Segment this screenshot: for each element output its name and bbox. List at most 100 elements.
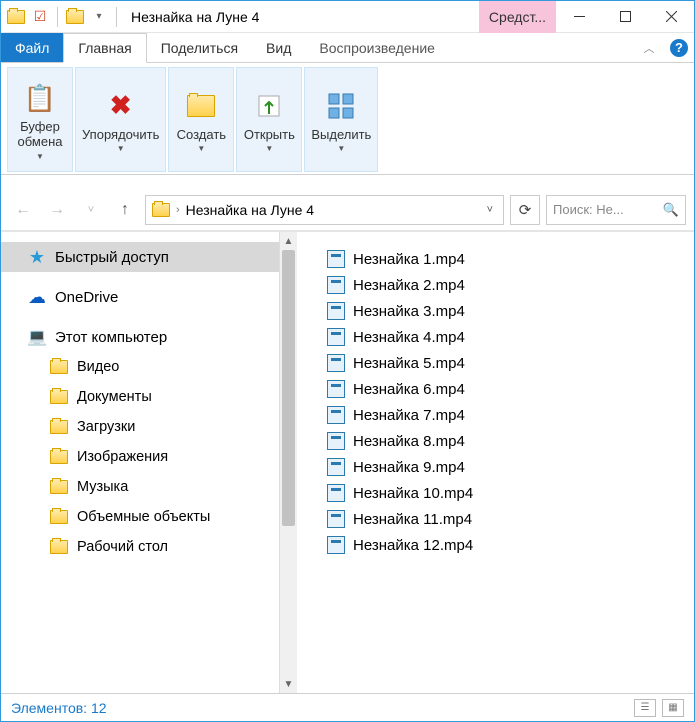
navigation-pane[interactable]: ★ Быстрый доступ ☁ OneDrive 💻 Этот компь… [1, 232, 279, 693]
titlebar: ☑ ▾ Незнайка на Луне 4 Средст... [1, 1, 694, 33]
star-icon: ★ [27, 248, 47, 266]
file-item[interactable]: Незнайка 11.mp4 [307, 506, 684, 532]
refresh-button[interactable]: ⟳ [510, 195, 540, 225]
video-file-icon [327, 432, 345, 450]
folder-icon [49, 478, 69, 496]
video-file-icon [327, 354, 345, 372]
properties-icon[interactable]: ☑ [29, 6, 51, 28]
chevron-down-icon: ▼ [117, 144, 125, 153]
chevron-down-icon: ▼ [337, 144, 345, 153]
help-button[interactable]: ? [664, 33, 694, 62]
file-item[interactable]: Незнайка 2.mp4 [307, 272, 684, 298]
close-button[interactable] [648, 1, 694, 33]
ribbon-tabstrip: Файл Главная Поделиться Вид Воспроизведе… [1, 33, 694, 63]
chevron-down-icon: ▼ [265, 144, 273, 153]
file-item[interactable]: Незнайка 4.mp4 [307, 324, 684, 350]
file-item[interactable]: Незнайка 5.mp4 [307, 350, 684, 376]
video-file-icon [327, 484, 345, 502]
file-item[interactable]: Незнайка 1.mp4 [307, 246, 684, 272]
video-file-icon [327, 536, 345, 554]
up-button[interactable]: ↑ [111, 196, 139, 224]
folder-icon [49, 388, 69, 406]
tree-folder-item[interactable]: Загрузки [1, 412, 279, 442]
video-file-icon [327, 406, 345, 424]
qat-dropdown-icon[interactable]: ▾ [88, 6, 110, 28]
tab-playback[interactable]: Воспроизведение [305, 33, 449, 62]
forward-button[interactable]: → [43, 196, 71, 224]
file-item[interactable]: Незнайка 10.mp4 [307, 480, 684, 506]
folder-icon[interactable] [5, 6, 27, 28]
select-all-icon [323, 88, 359, 124]
search-box[interactable]: Поиск: Не... 🔍 [546, 195, 686, 225]
address-dropdown-icon[interactable]: ˅ [483, 204, 497, 216]
tree-folder-item[interactable]: Документы [1, 382, 279, 412]
folder-icon[interactable] [64, 6, 86, 28]
tree-folder-item[interactable]: Рабочий стол [1, 532, 279, 562]
tree-folder-item[interactable]: Изображения [1, 442, 279, 472]
chevron-down-icon: ▼ [197, 144, 205, 153]
ribbon-clipboard[interactable]: 📋 Буфер обмена ▼ [7, 67, 73, 172]
navigation-row: ← → ˅ ↑ › Незнайка на Луне 4 ˅ ⟳ Поиск: … [1, 189, 694, 231]
computer-icon: 💻 [27, 328, 47, 346]
file-item[interactable]: Незнайка 6.mp4 [307, 376, 684, 402]
scroll-up-icon[interactable]: ▲ [280, 232, 297, 250]
navpane-scrollbar[interactable]: ▲ ▼ [279, 232, 297, 693]
scroll-down-icon[interactable]: ▼ [280, 675, 297, 693]
tab-view[interactable]: Вид [252, 33, 305, 62]
tree-folder-item[interactable]: Видео [1, 352, 279, 382]
ribbon-open[interactable]: Открыть ▼ [236, 67, 302, 172]
status-bar: Элементов: 12 ☰ ▦ [1, 693, 694, 721]
back-button[interactable]: ← [9, 196, 37, 224]
chevron-down-icon: ▼ [36, 152, 44, 161]
ribbon: 📋 Буфер обмена ▼ ✖ Упорядочить ▼ Создать… [1, 63, 694, 175]
minimize-button[interactable] [556, 1, 602, 33]
tab-share[interactable]: Поделиться [147, 33, 252, 62]
breadcrumb-item[interactable]: Незнайка на Луне 4 [186, 202, 314, 218]
recent-dropdown[interactable]: ˅ [77, 196, 105, 224]
video-file-icon [327, 302, 345, 320]
folder-icon [49, 508, 69, 526]
file-item[interactable]: Незнайка 3.mp4 [307, 298, 684, 324]
tree-this-pc[interactable]: 💻 Этот компьютер [1, 322, 279, 352]
file-list[interactable]: Незнайка 1.mp4Незнайка 2.mp4Незнайка 3.m… [297, 232, 694, 693]
chevron-right-icon[interactable]: › [176, 204, 180, 216]
ribbon-new[interactable]: Создать ▼ [168, 67, 234, 172]
address-bar[interactable]: › Незнайка на Луне 4 ˅ [145, 195, 504, 225]
tree-quick-access[interactable]: ★ Быстрый доступ [1, 242, 279, 272]
file-item[interactable]: Незнайка 7.mp4 [307, 402, 684, 428]
folder-icon [49, 418, 69, 436]
view-icons-button[interactable]: ▦ [662, 699, 684, 717]
search-placeholder: Поиск: Не... [553, 202, 624, 217]
window-title: Незнайка на Луне 4 [125, 9, 479, 25]
video-file-icon [327, 250, 345, 268]
folder-icon [152, 203, 170, 217]
tree-folder-item[interactable]: Музыка [1, 472, 279, 502]
video-file-icon [327, 380, 345, 398]
quick-access-toolbar: ☑ ▾ [1, 6, 125, 28]
cloud-icon: ☁ [27, 288, 47, 306]
content-area: ★ Быстрый доступ ☁ OneDrive 💻 Этот компь… [1, 231, 694, 693]
tree-folder-item[interactable]: Объемные объекты [1, 502, 279, 532]
new-folder-icon [183, 88, 219, 124]
contextual-tab-header[interactable]: Средст... [479, 1, 556, 33]
file-item[interactable]: Незнайка 12.mp4 [307, 532, 684, 558]
tree-onedrive[interactable]: ☁ OneDrive [1, 282, 279, 312]
open-icon [251, 88, 287, 124]
video-file-icon [327, 458, 345, 476]
status-label: Элементов: [11, 700, 87, 716]
collapse-ribbon-icon[interactable]: ︿ [634, 33, 664, 62]
scroll-thumb[interactable] [282, 250, 295, 526]
folder-icon [49, 358, 69, 376]
ribbon-organize[interactable]: ✖ Упорядочить ▼ [75, 67, 166, 172]
maximize-button[interactable] [602, 1, 648, 33]
view-details-button[interactable]: ☰ [634, 699, 656, 717]
ribbon-select[interactable]: Выделить ▼ [304, 67, 378, 172]
tab-file[interactable]: Файл [1, 33, 63, 62]
tab-home[interactable]: Главная [63, 33, 146, 63]
file-item[interactable]: Незнайка 9.mp4 [307, 454, 684, 480]
video-file-icon [327, 510, 345, 528]
folder-icon [49, 448, 69, 466]
file-item[interactable]: Незнайка 8.mp4 [307, 428, 684, 454]
folder-icon [49, 538, 69, 556]
status-count: 12 [91, 700, 107, 716]
